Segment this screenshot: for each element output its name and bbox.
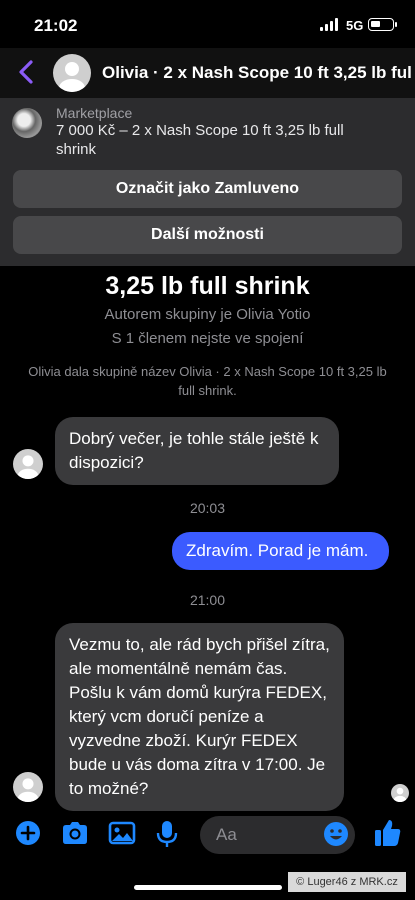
group-title: 3,25 lb full shrink	[105, 272, 310, 300]
sender-avatar[interactable]	[13, 772, 43, 802]
marketplace-label: Marketplace	[56, 105, 133, 121]
battery-icon	[368, 18, 394, 31]
back-icon[interactable]	[14, 58, 38, 86]
sender-avatar[interactable]	[13, 449, 43, 479]
signal-icon	[320, 18, 340, 31]
camera-icon[interactable]	[60, 820, 90, 846]
message-bubble-incoming[interactable]: Dobrý večer, je tohle stále ještě k disp…	[55, 417, 339, 485]
message-bubble-outgoing[interactable]: Zdravím. Porad je mám.	[172, 532, 389, 570]
home-indicator[interactable]	[134, 885, 282, 890]
image-icon[interactable]	[108, 820, 136, 846]
group-members-info: S 1 členem nejste ve spojení	[111, 330, 304, 347]
message-list[interactable]: 3,25 lb full shrink Autorem skupiny je O…	[0, 266, 415, 811]
conversation-title[interactable]: Olivia · 2 x Nash Scope 10 ft 3,25 lb fu…	[102, 63, 412, 83]
plus-icon[interactable]	[15, 820, 41, 846]
emoji-icon[interactable]	[323, 821, 349, 847]
listing-thumbnail	[12, 108, 42, 138]
message-timestamp: 20:03	[189, 500, 226, 516]
watermark: © Luger46 z MRK.cz	[288, 872, 406, 892]
network-label: 5G	[346, 18, 364, 33]
read-receipt-avatar	[391, 784, 409, 802]
marketplace-panel: Marketplace 7 000 Kč – 2 x Nash Scope 10…	[0, 98, 415, 266]
listing-description: 7 000 Kč – 2 x Nash Scope 10 ft 3,25 lb …	[56, 122, 344, 158]
status-time: 21:02	[34, 16, 78, 35]
conversation-header: Olivia · 2 x Nash Scope 10 ft 3,25 lb fu…	[0, 48, 415, 98]
status-bar: 21:02 5G	[0, 0, 415, 48]
message-bubble-incoming[interactable]: Vezmu to, ale rád bych přišel zítra, ale…	[55, 623, 344, 811]
more-options-button[interactable]: Další možnosti	[13, 216, 402, 254]
thumbs-up-icon[interactable]	[374, 818, 402, 848]
mark-reserved-button[interactable]: Označit jako Zamluveno	[13, 170, 402, 208]
rename-notice: Olivia dala skupině název Olivia · 2 x N…	[28, 364, 387, 398]
group-creator-info: Autorem skupiny je Olivia Yotio	[104, 306, 311, 323]
microphone-icon[interactable]	[156, 820, 178, 848]
message-timestamp: 21:00	[189, 592, 226, 608]
avatar[interactable]	[53, 54, 91, 92]
composer-bar	[0, 806, 415, 866]
